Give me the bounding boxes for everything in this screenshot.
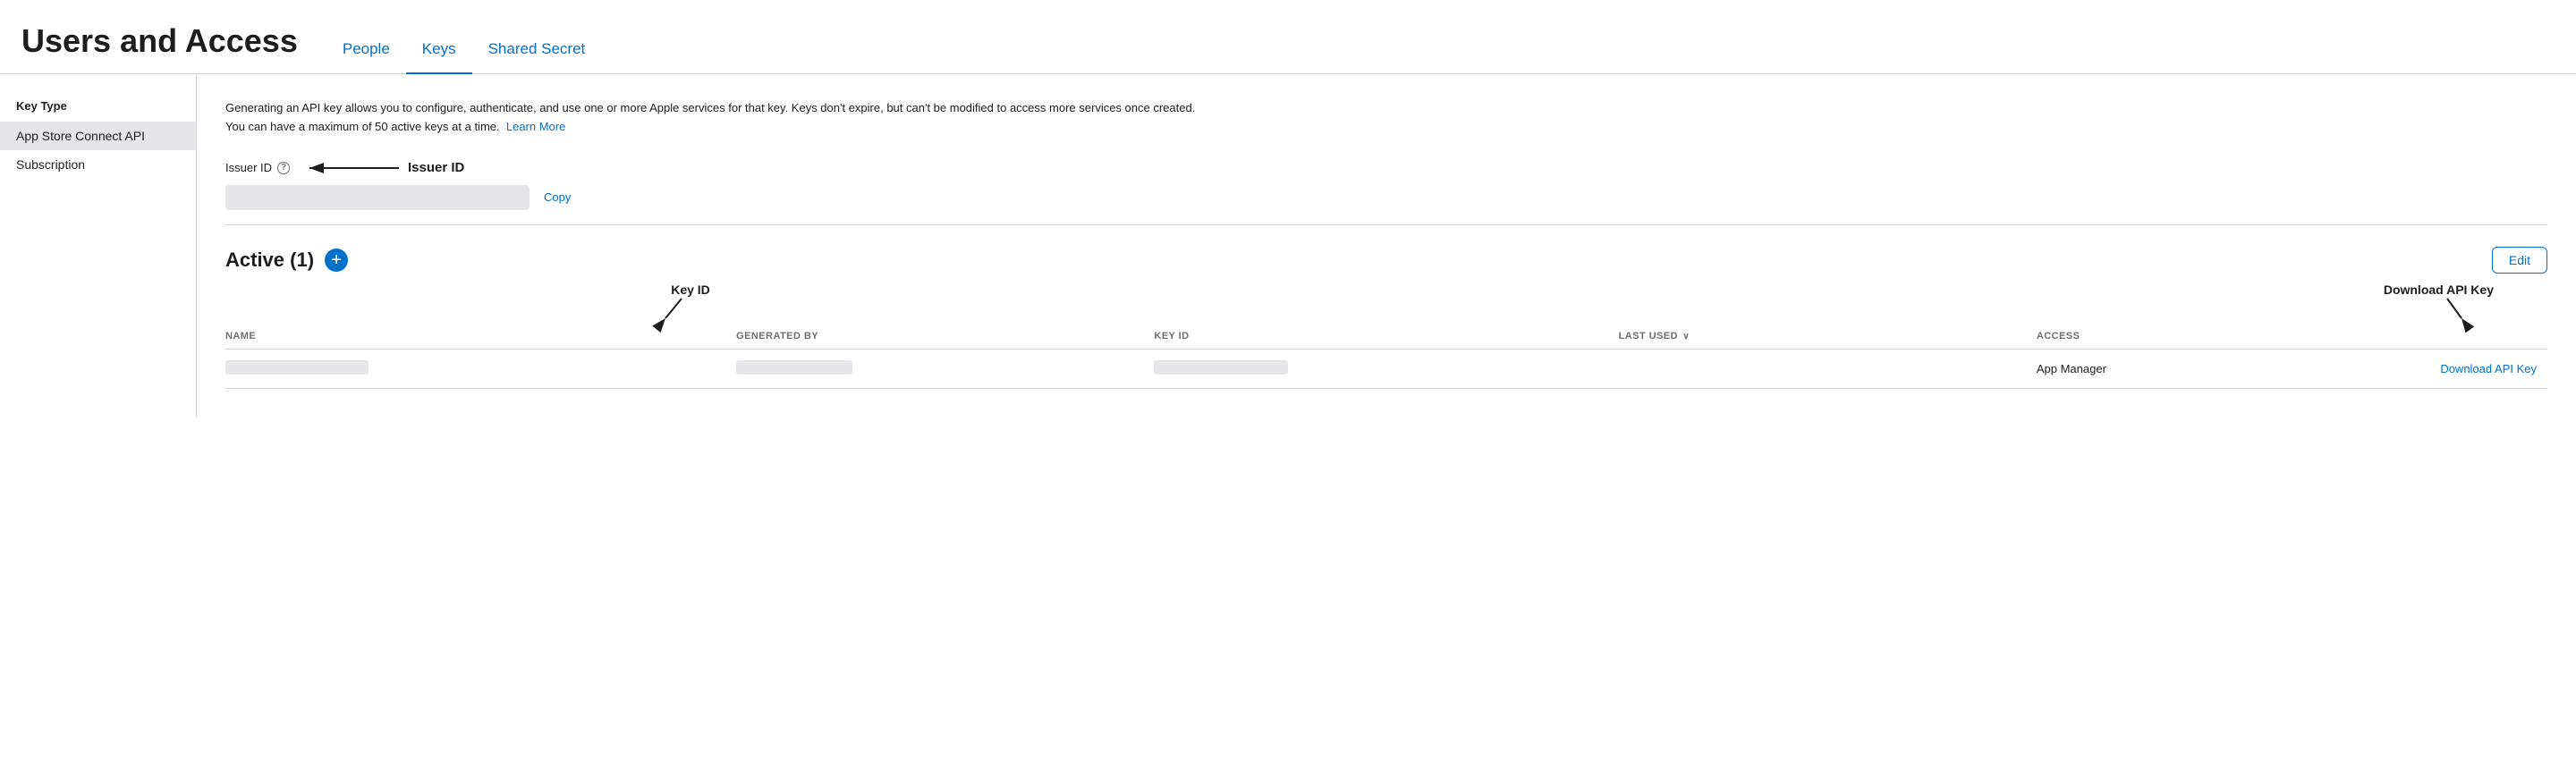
cell-generated-by xyxy=(736,349,1154,388)
sidebar-title: Key Type xyxy=(0,99,196,122)
active-title: Active (1) xyxy=(225,249,314,272)
keys-table-container: NAME GENERATED BY KEY ID LAST USED ∨ ACC… xyxy=(225,324,2547,389)
learn-more-link[interactable]: Learn More xyxy=(506,120,565,133)
sidebar-item-subscription[interactable]: Subscription xyxy=(0,150,196,179)
key-id-placeholder xyxy=(1154,360,1288,375)
issuer-label-row: Issuer ID ? xyxy=(225,158,571,178)
description-text: Generating an API key allows you to conf… xyxy=(225,99,1209,137)
keyid-arrow-svg xyxy=(664,297,717,322)
col-header-access: ACCESS xyxy=(2037,324,2338,350)
issuer-id-label: Issuer ID xyxy=(225,161,272,174)
keyid-annotation: Key ID xyxy=(664,282,717,322)
issuer-arrow-annotation: Issuer ID xyxy=(302,158,464,178)
issuer-id-area: Issuer ID ? xyxy=(225,158,571,210)
cell-last-used xyxy=(1619,349,2037,388)
download-api-key-link[interactable]: Download API Key xyxy=(2440,362,2537,375)
page-title: Users and Access xyxy=(21,25,298,73)
issuer-arrow-svg xyxy=(302,158,401,178)
active-title-group: Active (1) + xyxy=(225,249,348,272)
header: Users and Access People Keys Shared Secr… xyxy=(0,0,2576,74)
col-header-name: NAME xyxy=(225,324,736,350)
tab-keys[interactable]: Keys xyxy=(406,31,472,74)
cell-action: Download API Key xyxy=(2338,349,2547,388)
col-header-last-used[interactable]: LAST USED ∨ xyxy=(1619,324,2037,350)
content-area: Key Type App Store Connect API Subscript… xyxy=(0,74,2576,417)
active-section-header: Active (1) + Edit xyxy=(225,247,2547,274)
download-annotation-label: Download API Key xyxy=(2384,282,2494,297)
cell-key-id xyxy=(1154,349,1618,388)
issuer-input-row: Copy xyxy=(225,185,571,210)
keyid-annotation-label: Key ID xyxy=(671,282,710,297)
keys-table: NAME GENERATED BY KEY ID LAST USED ∨ ACC… xyxy=(225,324,2547,389)
edit-button[interactable]: Edit xyxy=(2492,247,2547,274)
sidebar-item-app-store-connect[interactable]: App Store Connect API xyxy=(0,122,196,150)
tab-people[interactable]: People xyxy=(326,31,406,74)
tab-shared-secret[interactable]: Shared Secret xyxy=(472,31,602,74)
table-body: App Manager Download API Key xyxy=(225,349,2547,388)
table-row: App Manager Download API Key xyxy=(225,349,2547,388)
download-annotation: Download API Key xyxy=(2384,282,2494,322)
copy-button[interactable]: Copy xyxy=(544,190,571,204)
issuer-id-section: Issuer ID ? xyxy=(225,158,2547,210)
tabs-nav: People Keys Shared Secret xyxy=(326,31,601,73)
issuer-help-icon[interactable]: ? xyxy=(277,162,290,174)
sort-arrow-icon: ∨ xyxy=(1682,332,1690,341)
section-divider xyxy=(225,224,2547,225)
download-arrow-svg xyxy=(2411,297,2465,322)
col-header-key-id: KEY ID xyxy=(1154,324,1618,350)
issuer-annotation-label: Issuer ID xyxy=(408,160,464,175)
table-annotations-row: Key ID Download API Key xyxy=(225,277,2547,324)
name-placeholder xyxy=(225,360,369,375)
generated-by-placeholder xyxy=(736,360,852,375)
add-key-button[interactable]: + xyxy=(325,249,348,272)
sidebar: Key Type App Store Connect API Subscript… xyxy=(0,74,197,417)
table-header-row: NAME GENERATED BY KEY ID LAST USED ∨ ACC… xyxy=(225,324,2547,350)
col-header-action xyxy=(2338,324,2547,350)
cell-access: App Manager xyxy=(2037,349,2338,388)
table-head: NAME GENERATED BY KEY ID LAST USED ∨ ACC… xyxy=(225,324,2547,350)
issuer-id-value xyxy=(225,185,530,210)
cell-name xyxy=(225,349,736,388)
page-wrapper: Users and Access People Keys Shared Secr… xyxy=(0,0,2576,767)
col-header-generated-by: GENERATED BY xyxy=(736,324,1154,350)
main-content: Generating an API key allows you to conf… xyxy=(197,74,2576,417)
